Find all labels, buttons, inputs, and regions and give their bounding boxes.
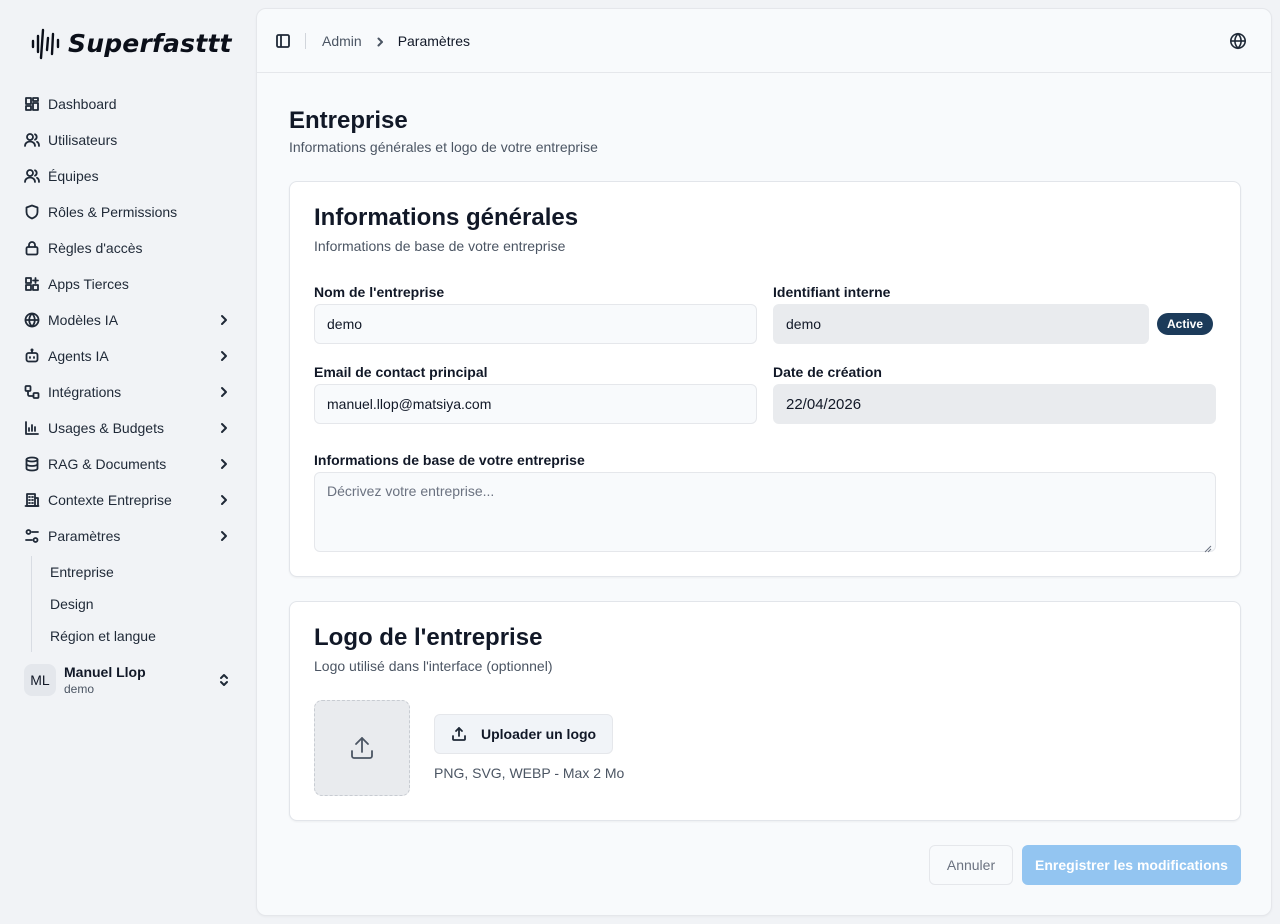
chevron-right-icon — [216, 528, 232, 544]
sidebar-item-label: Modèles IA — [48, 312, 119, 328]
status-badge: Active — [1157, 313, 1214, 335]
sidebar-item-ai-agents[interactable]: Agents IA — [16, 338, 240, 374]
creation-date-field: 22/04/2026 — [773, 384, 1216, 424]
sidebar-subitem-region-language[interactable]: Région et langue — [42, 620, 240, 652]
chevrons-up-down-icon — [216, 672, 232, 688]
lock-icon — [24, 240, 40, 256]
internal-id-label: Identifiant interne — [773, 284, 891, 300]
sidebar-item-teams[interactable]: Équipes — [16, 158, 240, 194]
general-info-card: Informations générales Informations de b… — [289, 181, 1241, 577]
globe-icon — [24, 312, 40, 328]
upload-hint: PNG, SVG, WEBP - Max 2 Mo — [434, 765, 625, 781]
sidebar-toggle-icon[interactable] — [275, 33, 291, 49]
sidebar-item-ai-models[interactable]: Modèles IA — [16, 302, 240, 338]
internal-id-field: demo — [773, 304, 1149, 344]
sidebar-item-access-rules[interactable]: Règles d'accès — [16, 230, 240, 266]
bar-chart-icon — [24, 420, 40, 436]
breadcrumb-admin[interactable]: Admin — [322, 33, 362, 49]
sidebar-item-company-context[interactable]: Contexte Entreprise — [16, 482, 240, 518]
sidebar-item-label: Usages & Budgets — [48, 420, 164, 436]
upload-icon — [452, 727, 466, 741]
brand-logo[interactable]: Superfasttt — [30, 26, 232, 60]
page-subtitle: Informations générales et logo de votre … — [289, 139, 598, 155]
page-title: Entreprise — [289, 107, 408, 134]
upload-logo-label: Uploader un logo — [481, 726, 597, 742]
main-panel: Admin Paramètres Entreprise Informations… — [256, 8, 1272, 916]
sidebar-item-label: Contexte Entreprise — [48, 492, 172, 508]
sidebar-subitem-company[interactable]: Entreprise — [42, 556, 240, 588]
sidebar-item-rag-documents[interactable]: RAG & Documents — [16, 446, 240, 482]
chevron-right-icon — [216, 348, 232, 364]
chevron-right-icon — [216, 420, 232, 436]
users-icon — [24, 132, 40, 148]
soundwave-logo-icon — [31, 28, 60, 60]
sidebar-item-apps[interactable]: Apps Tierces — [16, 266, 240, 302]
teams-icon — [24, 168, 40, 184]
sidebar-item-roles[interactable]: Rôles & Permissions — [16, 194, 240, 230]
sidebar-item-dashboard[interactable]: Dashboard — [16, 86, 240, 122]
user-menu[interactable]: ML Manuel Llop demo — [24, 656, 240, 704]
database-icon — [24, 456, 40, 472]
breadcrumb-current: Paramètres — [397, 32, 471, 49]
breadcrumb: Admin Paramètres — [322, 33, 470, 49]
sidebar-item-users[interactable]: Utilisateurs — [16, 122, 240, 158]
email-input[interactable]: manuel.llop@matsiya.com — [314, 384, 757, 424]
settings-subnav: Entreprise Design Région et langue — [31, 556, 240, 652]
sidebar-item-label: Apps Tierces — [48, 276, 129, 292]
description-label: Informations de base de votre entreprise — [314, 452, 585, 468]
sidebar-item-label: Règles d'accès — [48, 240, 143, 256]
logo-card: Logo de l'entreprise Logo utilisé dans l… — [289, 601, 1241, 821]
description-textarea[interactable]: Décrivez votre entreprise... — [314, 472, 1216, 553]
sidebar-item-label: Utilisateurs — [48, 132, 118, 148]
card-subtitle: Informations de base de votre entreprise — [314, 238, 566, 254]
sidebar-item-settings[interactable]: Paramètres — [16, 518, 240, 554]
creation-date-label: Date de création — [773, 364, 882, 380]
settings-sliders-icon — [24, 528, 40, 544]
sidebar-item-label: RAG & Documents — [48, 456, 167, 472]
sidebar-item-label: Dashboard — [48, 96, 117, 112]
topbar: Admin Paramètres — [257, 9, 1271, 73]
avatar: ML — [24, 664, 56, 696]
sidebar-subitem-design[interactable]: Design — [42, 588, 240, 620]
sidebar-item-usage-budgets[interactable]: Usages & Budgets — [16, 410, 240, 446]
sidebar: Superfasttt Dashboard Utilisateurs Équip… — [0, 0, 256, 924]
chevron-right-icon — [216, 312, 232, 328]
apps-icon — [24, 276, 40, 292]
sidebar-item-label: Intégrations — [48, 384, 122, 400]
upload-icon — [351, 737, 373, 759]
brand-name: Superfasttt — [68, 28, 232, 58]
chevron-right-icon — [216, 492, 232, 508]
sidebar-item-label: Agents IA — [48, 348, 109, 364]
logo-dropzone[interactable] — [314, 700, 410, 796]
save-button[interactable]: Enregistrer les modifications — [1022, 845, 1241, 885]
card-title: Informations générales — [314, 204, 579, 231]
card-title: Logo de l'entreprise — [314, 624, 543, 651]
user-info: Manuel Llop demo — [64, 664, 146, 696]
sidebar-nav: Dashboard Utilisateurs Équipes Rôles & P… — [16, 86, 240, 652]
chevron-right-icon — [216, 456, 232, 472]
building-icon — [24, 492, 40, 508]
shield-icon — [24, 204, 40, 220]
sidebar-item-label: Rôles & Permissions — [48, 204, 178, 220]
chevron-right-icon — [216, 384, 232, 400]
card-subtitle: Logo utilisé dans l'interface (optionnel… — [314, 658, 553, 674]
chevron-right-icon — [374, 35, 386, 47]
company-name-label: Nom de l'entreprise — [314, 284, 445, 300]
company-name-input[interactable]: demo — [314, 304, 757, 344]
upload-logo-button[interactable]: Uploader un logo — [434, 714, 614, 754]
sidebar-item-label: Paramètres — [48, 528, 121, 544]
workflow-icon — [24, 384, 40, 400]
user-org: demo — [64, 682, 95, 696]
cancel-button[interactable]: Annuler — [929, 845, 1013, 885]
resize-handle-icon[interactable] — [1204, 540, 1212, 553]
user-name: Manuel Llop — [64, 664, 146, 680]
description-placeholder: Décrivez votre entreprise... — [327, 483, 495, 499]
sidebar-item-label: Équipes — [48, 168, 99, 184]
dashboard-icon — [24, 96, 40, 112]
email-label: Email de contact principal — [314, 364, 488, 380]
language-globe-icon[interactable] — [1229, 32, 1247, 50]
bot-icon — [24, 348, 40, 364]
sidebar-item-integrations[interactable]: Intégrations — [16, 374, 240, 410]
divider — [305, 32, 306, 49]
